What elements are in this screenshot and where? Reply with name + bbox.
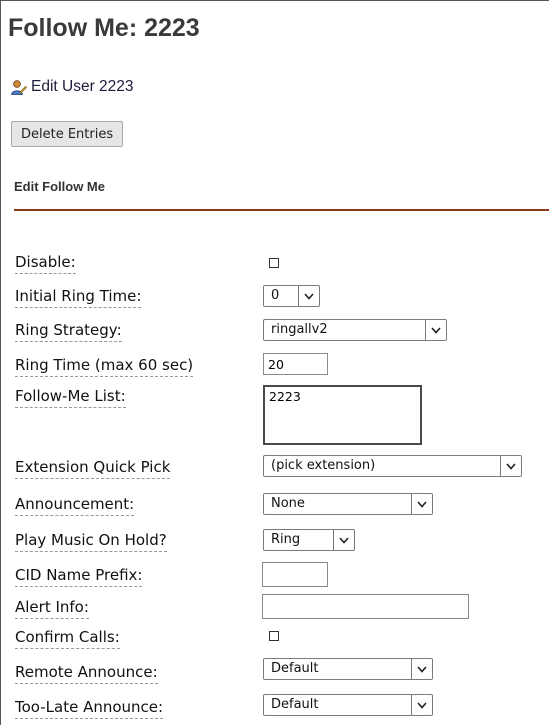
- extension-quick-pick-select[interactable]: (pick extension): [263, 455, 522, 477]
- play-moh-select[interactable]: Ring: [263, 529, 355, 551]
- delete-entries-button[interactable]: Delete Entries: [11, 121, 124, 147]
- chevron-down-icon: [298, 286, 319, 306]
- chevron-down-icon: [500, 456, 521, 476]
- cid-name-prefix-input[interactable]: [262, 562, 328, 587]
- remote-announce-label: Remote Announce:: [15, 662, 158, 684]
- too-late-announce-label: Too-Late Announce:: [15, 697, 164, 719]
- initial-ring-time-value: 0: [271, 288, 280, 303]
- section-title: Edit Follow Me: [14, 179, 105, 194]
- confirm-calls-label: Confirm Calls:: [15, 627, 120, 649]
- remote-announce-value: Default: [271, 661, 319, 676]
- disable-label: Disable:: [15, 252, 76, 274]
- page-title: Follow Me: 2223: [8, 14, 200, 42]
- play-moh-value: Ring: [271, 532, 301, 547]
- initial-ring-time-select[interactable]: 0: [263, 285, 320, 307]
- extension-quick-pick-value: (pick extension): [271, 458, 376, 473]
- ring-time-label: Ring Time (max 60 sec): [15, 355, 194, 377]
- remote-announce-select[interactable]: Default: [263, 658, 433, 680]
- ring-strategy-value: ringallv2: [271, 322, 328, 337]
- announcement-label: Announcement:: [15, 494, 135, 516]
- initial-ring-time-label: Initial Ring Time:: [15, 286, 142, 308]
- edit-user-label: Edit User 2223: [31, 78, 134, 95]
- chevron-down-icon: [333, 530, 354, 550]
- cid-name-prefix-label: CID Name Prefix:: [15, 565, 143, 587]
- play-moh-label: Play Music On Hold?: [15, 530, 167, 552]
- alert-info-input[interactable]: [262, 594, 469, 619]
- too-late-announce-select[interactable]: Default: [263, 694, 433, 716]
- chevron-down-icon: [411, 659, 432, 679]
- announcement-select[interactable]: None: [263, 493, 433, 515]
- alert-info-label: Alert Info:: [15, 597, 89, 619]
- announcement-value: None: [271, 496, 305, 511]
- edit-user-link[interactable]: Edit User 2223: [10, 78, 134, 96]
- ring-time-input[interactable]: [263, 353, 328, 375]
- follow-me-list-label: Follow-Me List:: [15, 386, 126, 408]
- chevron-down-icon: [411, 494, 432, 514]
- follow-me-list-textarea[interactable]: 2223: [263, 385, 422, 445]
- chevron-down-icon: [411, 695, 432, 715]
- user-edit-icon: [11, 79, 27, 95]
- extension-quick-pick-label: Extension Quick Pick: [15, 457, 171, 479]
- section-divider: [14, 209, 549, 211]
- chevron-down-icon: [425, 320, 446, 340]
- confirm-calls-checkbox[interactable]: [269, 631, 279, 641]
- too-late-announce-value: Default: [271, 697, 319, 712]
- ring-strategy-label: Ring Strategy:: [15, 320, 122, 342]
- disable-checkbox[interactable]: [269, 258, 279, 268]
- ring-strategy-select[interactable]: ringallv2: [263, 319, 447, 341]
